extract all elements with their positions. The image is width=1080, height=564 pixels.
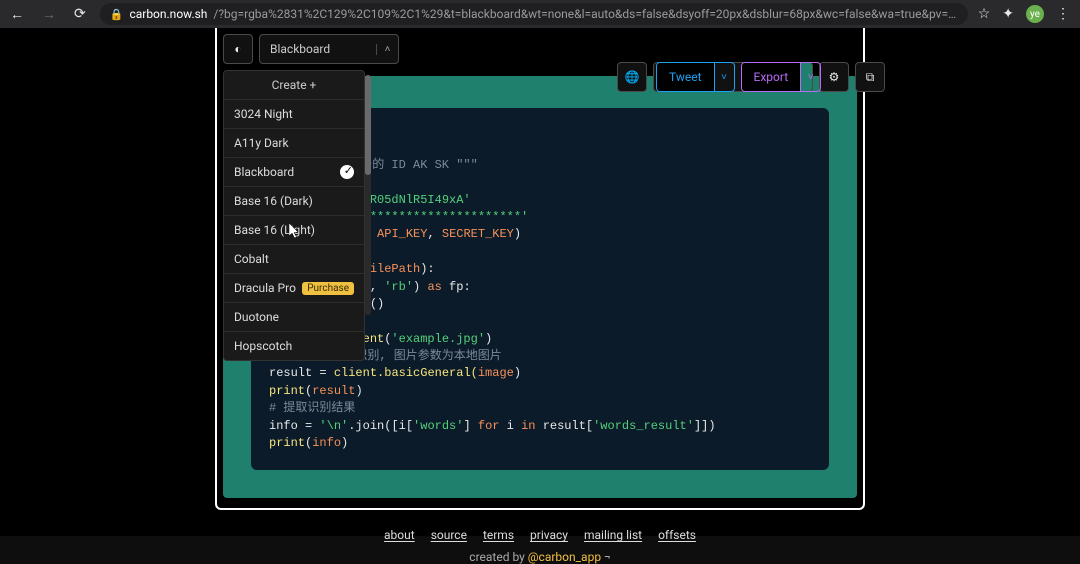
url-path: /?bg=rgba%2831%2C129%2C109%2C1%29&t=blac… <box>213 7 957 21</box>
editor-shell: ◐ Blackboard ˄ 🌐 Auto ˅ ⚙ ⧉ <box>215 28 865 510</box>
footer-link[interactable]: offsets <box>658 528 696 542</box>
url-bar[interactable]: 🔒 carbon.now.sh /?bg=rgba%2831%2C129%2C1… <box>100 3 968 25</box>
theme-item[interactable]: Dracula Pro Purchase <box>224 273 364 302</box>
globe-icon: 🌐 <box>625 70 640 84</box>
browser-right-group: ☆ ✦ ye ⋮ <box>978 5 1074 23</box>
footer-link[interactable]: about <box>384 528 415 542</box>
url-host: carbon.now.sh <box>129 7 207 21</box>
footer: about source terms privacy mailing list offse… <box>384 528 696 564</box>
chevron-down-icon[interactable]: ˅ <box>800 63 820 91</box>
theme-item[interactable]: Hopscotch <box>224 331 364 360</box>
theme-dropdown[interactable]: Blackboard ˄ <box>259 34 399 64</box>
theme-item[interactable]: Duotone <box>224 302 364 331</box>
forward-icon[interactable]: → <box>38 6 60 23</box>
theme-item[interactable]: Cobalt <box>224 244 364 273</box>
dropdown-scrollbar-thumb[interactable] <box>365 75 371 175</box>
reload-icon[interactable]: ⟳ <box>70 6 90 22</box>
language-icon-button[interactable]: 🌐 <box>617 62 647 92</box>
theme-item-label: Dracula Pro <box>234 281 296 295</box>
gear-icon: ⚙ <box>829 70 840 84</box>
footer-links: about source terms privacy mailing list offse… <box>384 528 696 542</box>
theme-item[interactable]: 3024 Night <box>224 99 364 128</box>
settings-button[interactable]: ⚙ <box>819 62 849 92</box>
bookmark-icon[interactable]: ☆ <box>978 6 991 22</box>
footer-link[interactable]: source <box>431 528 467 542</box>
back-icon[interactable]: ← <box>6 6 28 23</box>
theme-dropdown-label: Blackboard <box>260 42 376 56</box>
purchase-badge: Purchase <box>302 282 354 295</box>
editor-toolbar: ◐ Blackboard ˄ <box>223 34 857 64</box>
footer-link[interactable]: mailing list <box>584 528 642 542</box>
theme-item[interactable]: Blackboard ✓ <box>224 157 364 186</box>
extensions-icon[interactable]: ✦ <box>1002 6 1014 22</box>
toolbar-right: 🌐 Auto ˅ ⚙ ⧉ Tweet ˅ Export ˅ <box>617 62 1056 92</box>
export-button[interactable]: Export ˅ <box>741 62 822 92</box>
chevron-down-icon[interactable]: ˅ <box>714 63 734 91</box>
copy-icon: ⧉ <box>866 70 875 85</box>
copy-button[interactable]: ⧉ <box>855 62 885 92</box>
footer-link[interactable]: terms <box>483 528 514 542</box>
kebab-menu-icon[interactable]: ⋮ <box>1056 6 1070 22</box>
chevron-up-icon: ˄ <box>376 44 398 55</box>
export-label: Export <box>742 63 801 91</box>
theme-create-item[interactable]: Create + <box>224 71 364 99</box>
theme-item-label: Hopscotch <box>234 339 292 353</box>
theme-item[interactable]: Base 16 (Dark) <box>224 186 364 215</box>
tweet-label: Tweet <box>657 63 714 91</box>
created-by: created by @carbon_app ¬ <box>469 550 610 564</box>
tweet-button[interactable]: Tweet ˅ <box>656 62 735 92</box>
theme-item-label: Cobalt <box>234 252 269 266</box>
theme-item-label: Duotone <box>234 310 279 324</box>
themes-icon-button[interactable]: ◐ <box>223 34 253 64</box>
footer-link[interactable]: privacy <box>530 528 568 542</box>
created-prefix: created by <box>469 550 528 564</box>
browser-toolbar: ← → ⟳ 🔒 carbon.now.sh /?bg=rgba%2831%2C1… <box>0 0 1080 28</box>
created-handle[interactable]: @carbon_app <box>528 550 601 564</box>
created-suffix: ¬ <box>601 550 611 564</box>
theme-item-label: Base 16 (Light) <box>234 223 315 237</box>
theme-dropdown-panel: Create + 3024 NightA11y DarkBlackboard✓B… <box>223 70 365 361</box>
theme-item[interactable]: Base 16 (Light) <box>224 215 364 244</box>
lock-icon: 🔒 <box>110 8 124 21</box>
page-body: ◐ Blackboard ˄ 🌐 Auto ˅ ⚙ ⧉ <box>0 28 1080 536</box>
palette-icon: ◐ <box>234 42 241 56</box>
theme-create-label: Create + <box>272 78 317 92</box>
theme-item[interactable]: A11y Dark <box>224 128 364 157</box>
theme-item-label: 3024 Night <box>234 107 293 121</box>
theme-item-label: Blackboard <box>234 165 294 179</box>
theme-item-label: A11y Dark <box>234 136 289 150</box>
profile-avatar[interactable]: ye <box>1026 5 1044 23</box>
theme-item-label: Base 16 (Dark) <box>234 194 313 208</box>
check-icon: ✓ <box>344 164 353 177</box>
